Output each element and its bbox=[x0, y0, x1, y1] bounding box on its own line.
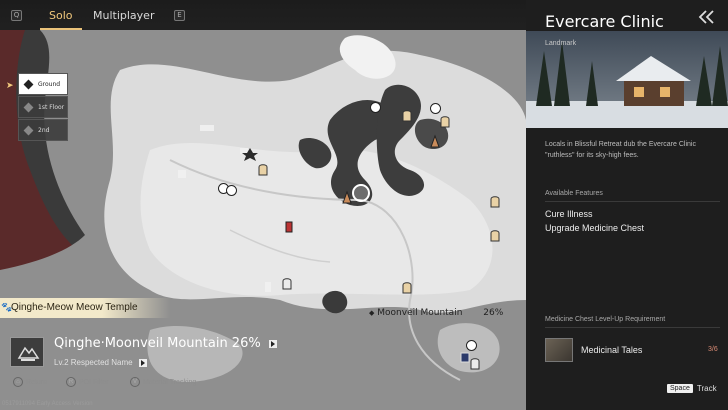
medicinal-tales-icon[interactable] bbox=[545, 338, 573, 362]
waypoint-icon[interactable] bbox=[430, 103, 441, 114]
mountain-emblem-icon bbox=[17, 346, 40, 361]
track-button[interactable]: Space Track bbox=[667, 384, 717, 393]
floor-icon bbox=[23, 102, 34, 112]
location-arrow-icon[interactable] bbox=[268, 339, 277, 348]
control-hints: ⌂ Return R POI Filter V Material Trackin… bbox=[0, 377, 260, 393]
landmark-pin-icon[interactable] bbox=[282, 276, 292, 290]
key-v-icon: V bbox=[130, 377, 140, 387]
requirement-count: 3/6 bbox=[708, 346, 718, 353]
version-label: 0517911094 Early Access Version bbox=[2, 401, 93, 407]
key-r-icon: R bbox=[66, 377, 76, 387]
panel-title: Evercare Clinic bbox=[545, 12, 664, 31]
return-key-icon: ⌂ bbox=[13, 377, 23, 387]
mountain-percent: 26% bbox=[483, 308, 504, 318]
hint-material-tracking[interactable]: V Material Tracking bbox=[130, 377, 196, 387]
tab-solo[interactable]: Solo bbox=[40, 9, 81, 30]
landmark-pin-icon[interactable] bbox=[490, 194, 500, 208]
floor-icon bbox=[23, 79, 34, 89]
location-emblem bbox=[10, 337, 44, 367]
collapse-panel-icon[interactable] bbox=[698, 10, 716, 24]
features-title: Available Features bbox=[545, 190, 603, 197]
waypoint-icon[interactable] bbox=[370, 102, 381, 113]
landmark-pin-icon[interactable] bbox=[470, 356, 480, 370]
region-name: Qinghe-Meow Meow Temple bbox=[11, 302, 138, 313]
hint-return[interactable]: ⌂ Return bbox=[13, 377, 47, 387]
tab-multiplayer[interactable]: Multiplayer bbox=[93, 9, 154, 22]
floor-selector: Ground 1st Floor 2nd bbox=[18, 73, 68, 142]
space-key-icon: Space bbox=[667, 384, 693, 393]
landmark-pin-icon[interactable] bbox=[402, 280, 412, 294]
info-panel: Evercare Clinic Landmark Locals in Bliss… bbox=[526, 0, 728, 410]
shrine-pin-icon[interactable] bbox=[284, 220, 294, 234]
chest-pin-icon[interactable] bbox=[460, 350, 470, 364]
waypoint-icon[interactable] bbox=[466, 340, 477, 351]
divider bbox=[545, 327, 720, 328]
floor-1st[interactable]: 1st Floor bbox=[18, 96, 68, 118]
feature-cure-illness: Cure Illness bbox=[545, 209, 593, 219]
landmark-pin-icon[interactable] bbox=[402, 108, 412, 122]
diamond-icon: ◆ bbox=[369, 309, 375, 317]
floor-ground[interactable]: Ground bbox=[18, 73, 68, 95]
waypoint-icon[interactable] bbox=[226, 185, 237, 196]
key-e-icon[interactable]: E bbox=[174, 10, 185, 21]
requirement-title: Medicine Chest Level-Up Requirement bbox=[545, 316, 666, 323]
clinic-pin-icon[interactable] bbox=[342, 190, 352, 204]
panel-description: Locals in Blissful Retreat dub the Everc… bbox=[545, 141, 696, 159]
floor-icon bbox=[23, 125, 34, 135]
player-location-icon bbox=[352, 184, 370, 202]
key-q-icon[interactable]: Q bbox=[11, 10, 22, 21]
map-mountain-label: ◆ Moonveil Mountain 26% bbox=[369, 308, 504, 318]
panel-subtitle: Landmark bbox=[545, 40, 577, 47]
floor-pointer-icon: ➤ bbox=[6, 80, 14, 90]
location-subtitle: Lv.2 Respected Name bbox=[54, 358, 147, 367]
requirement-item-name: Medicinal Tales bbox=[581, 345, 643, 355]
floor-2nd[interactable]: 2nd bbox=[18, 119, 68, 141]
divider bbox=[545, 201, 720, 202]
reputation-arrow-icon[interactable] bbox=[138, 358, 147, 367]
region-banner[interactable]: 🐾 Qinghe-Meow Meow Temple bbox=[0, 298, 170, 318]
clinic-pin-icon[interactable] bbox=[430, 134, 440, 148]
feature-upgrade-medicine-chest: Upgrade Medicine Chest bbox=[545, 223, 645, 233]
top-bar: Q Solo Multiplayer E bbox=[0, 0, 526, 30]
landmark-pin-icon[interactable] bbox=[258, 162, 268, 176]
location-name: Qinghe·Moonveil Mountain 26% bbox=[54, 336, 277, 351]
hint-poi-filter[interactable]: R POI Filter bbox=[66, 377, 109, 387]
landmark-pin-icon[interactable] bbox=[490, 228, 500, 242]
landmark-pin-icon[interactable] bbox=[440, 114, 450, 128]
